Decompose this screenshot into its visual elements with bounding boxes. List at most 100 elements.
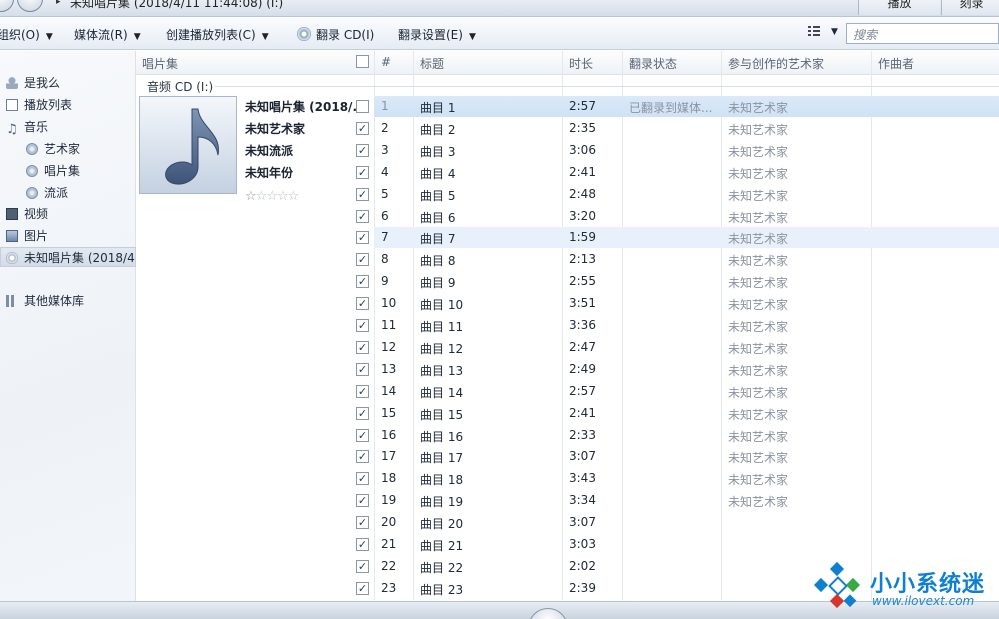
track-checkbox[interactable]: ✓ [356, 560, 369, 573]
track-checkbox[interactable]: ✓ [356, 516, 369, 529]
sidebar-item-playlists[interactable]: 播放列表 [6, 95, 72, 115]
table-row[interactable]: 14曲目 142:57未知艺术家 [374, 381, 999, 402]
column-header-contributing-artist[interactable]: 参与创作的艺术家 [728, 55, 824, 72]
star-icon[interactable]: ☆ [288, 189, 299, 204]
sidebar-item-video[interactable]: 视频 [6, 204, 48, 224]
track-checkbox[interactable]: ✓ [356, 297, 369, 310]
star-icon[interactable]: ☆ [245, 189, 256, 204]
track-artist: 未知艺术家 [728, 449, 788, 466]
sidebar-item-album[interactable]: 唱片集 [26, 161, 80, 181]
track-checkbox[interactable]: ✓ [356, 188, 369, 201]
rip-settings-menu[interactable]: 翻录设置(E)▼ [398, 26, 476, 43]
tab-play[interactable]: 播放 [858, 0, 940, 15]
track-length: 2:49 [569, 362, 596, 376]
sidebar-item-genre[interactable]: 流派 [26, 183, 68, 203]
table-row[interactable]: 19曲目 193:34未知艺术家 [374, 490, 999, 511]
album-genre[interactable]: 未知流派 [245, 142, 293, 159]
star-icon[interactable]: ☆ [266, 189, 277, 204]
back-button[interactable] [0, 0, 14, 12]
column-header-album[interactable]: 唱片集 [142, 55, 178, 72]
table-row[interactable]: 18曲目 183:43未知艺术家 [374, 468, 999, 489]
sidebar-item-music[interactable]: ♫音乐 [6, 117, 48, 137]
track-number: 18 [381, 471, 396, 485]
track-checkbox[interactable]: ✓ [356, 319, 369, 332]
column-header-composer[interactable]: 作曲者 [878, 55, 914, 72]
table-row[interactable]: 5曲目 52:48未知艺术家 [374, 184, 999, 205]
table-row[interactable]: 12曲目 122:47未知艺术家 [374, 337, 999, 358]
star-icon[interactable]: ☆ [256, 189, 267, 204]
track-checkbox[interactable]: ✓ [356, 166, 369, 179]
table-row[interactable]: 4曲目 42:41未知艺术家 [374, 162, 999, 183]
table-row[interactable]: 3曲目 33:06未知艺术家 [374, 140, 999, 161]
search-input[interactable]: 搜索 [846, 23, 999, 44]
forward-button[interactable] [17, 0, 43, 12]
organize-menu[interactable]: 组织(O)▼ [0, 26, 53, 43]
sidebar-item-label: 唱片集 [44, 164, 80, 178]
track-number: 12 [381, 340, 396, 354]
track-checkbox[interactable]: ✓ [356, 363, 369, 376]
column-header-rip-status[interactable]: 翻录状态 [629, 55, 677, 72]
track-length: 3:07 [569, 515, 596, 529]
rip-cd-button[interactable]: 翻录 CD(I) [297, 26, 374, 43]
track-checkbox[interactable]: ✓ [356, 494, 369, 507]
rip-settings-label: 翻录设置(E) [398, 28, 463, 42]
table-row[interactable]: 2曲目 22:35未知艺术家 [374, 118, 999, 139]
track-checkbox[interactable]: ✓ [356, 407, 369, 420]
track-checkbox[interactable]: ✓ [356, 210, 369, 223]
table-row[interactable]: 9曲目 92:55未知艺术家 [374, 271, 999, 292]
track-checkbox[interactable]: ✓ [356, 582, 369, 595]
sidebar-item-user[interactable]: 是我么 [6, 73, 60, 93]
track-checkbox[interactable]: ✓ [356, 429, 369, 442]
table-row[interactable]: 7曲目 71:59未知艺术家 [374, 227, 999, 248]
track-checkbox[interactable]: ✓ [356, 253, 369, 266]
track-checkbox[interactable] [356, 100, 369, 113]
sidebar-item-artist[interactable]: 艺术家 [26, 139, 80, 159]
select-all-checkbox[interactable] [356, 55, 369, 68]
table-row[interactable]: 1曲目 12:57已翻录到媒体...未知艺术家 [374, 96, 999, 117]
play-button[interactable] [528, 608, 568, 619]
track-checkbox[interactable]: ✓ [356, 122, 369, 135]
sidebar-item-audio-cd[interactable]: 未知唱片集 (2018/4 [0, 247, 136, 267]
stream-menu[interactable]: 媒体流(R)▼ [74, 26, 141, 43]
table-row[interactable]: 21曲目 213:03 [374, 534, 999, 555]
breadcrumb[interactable]: 未知唱片集 (2018/4/11 11:44:08) (I:) [70, 0, 283, 11]
track-length: 2:35 [569, 121, 596, 135]
view-options-chevron-icon[interactable]: ▼ [831, 27, 838, 37]
track-checkbox[interactable]: ✓ [356, 472, 369, 485]
star-icon[interactable]: ☆ [277, 189, 288, 204]
table-row[interactable]: 13曲目 132:49未知艺术家 [374, 359, 999, 380]
view-options-icon[interactable] [808, 25, 820, 37]
track-checkbox[interactable]: ✓ [356, 538, 369, 551]
breadcrumb-arrow-icon[interactable]: ▸ [56, 0, 61, 7]
track-title: 曲目 10 [420, 296, 463, 313]
tab-burn[interactable]: 刻录 [941, 0, 999, 15]
column-header-title[interactable]: 标题 [420, 55, 444, 72]
track-title: 曲目 8 [420, 252, 455, 269]
table-row[interactable]: 20曲目 203:07 [374, 512, 999, 533]
create-playlist-menu[interactable]: 创建播放列表(C)▼ [166, 26, 269, 43]
track-checkbox[interactable]: ✓ [356, 144, 369, 157]
album-name[interactable]: 未知唱片集 (2018/... [245, 98, 366, 115]
track-checkbox[interactable]: ✓ [356, 231, 369, 244]
album-artist[interactable]: 未知艺术家 [245, 120, 305, 137]
album-art[interactable] [139, 96, 237, 194]
table-row[interactable]: 16曲目 162:33未知艺术家 [374, 425, 999, 446]
sidebar-item-pictures[interactable]: 图片 [6, 226, 48, 246]
track-checkbox[interactable]: ✓ [356, 341, 369, 354]
sidebar-item-other-libraries[interactable]: 其他媒体库 [6, 291, 84, 311]
track-checkbox[interactable]: ✓ [356, 450, 369, 463]
column-header-number[interactable]: # [381, 55, 391, 69]
track-checkbox[interactable]: ✓ [356, 385, 369, 398]
table-row[interactable]: 17曲目 173:07未知艺术家 [374, 446, 999, 467]
track-checkbox[interactable]: ✓ [356, 275, 369, 288]
track-number: 8 [381, 252, 389, 266]
table-row[interactable]: 11曲目 113:36未知艺术家 [374, 315, 999, 336]
table-row[interactable]: 6曲目 63:20未知艺术家 [374, 206, 999, 227]
rating-stars[interactable]: ☆☆☆☆☆ [245, 189, 298, 204]
table-row[interactable]: 15曲目 152:41未知艺术家 [374, 403, 999, 424]
column-header-length[interactable]: 时长 [569, 55, 593, 72]
table-row[interactable]: 10曲目 103:51未知艺术家 [374, 293, 999, 314]
table-row[interactable]: 8曲目 82:13未知艺术家 [374, 249, 999, 270]
track-title: 曲目 13 [420, 362, 463, 379]
album-year[interactable]: 未知年份 [245, 164, 293, 181]
